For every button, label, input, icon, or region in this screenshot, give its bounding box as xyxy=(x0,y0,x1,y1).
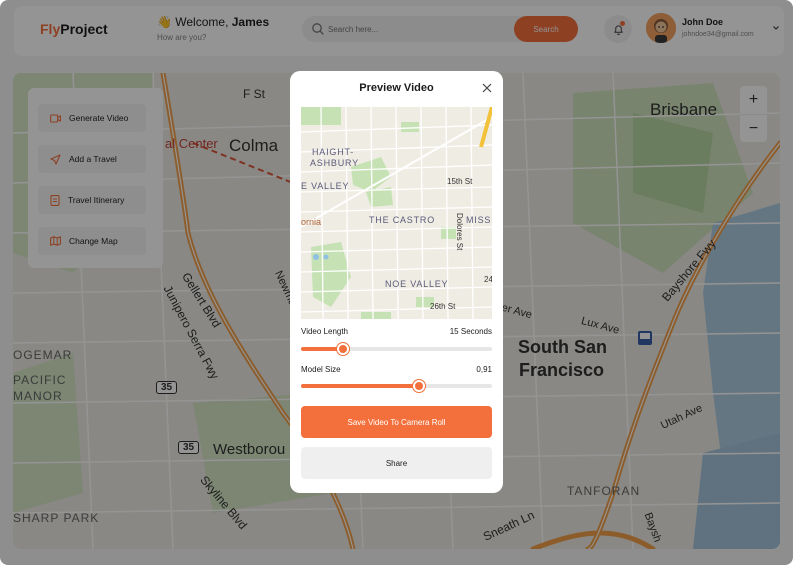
close-icon[interactable] xyxy=(481,82,493,94)
preview-label-26th: 26th St xyxy=(430,302,456,311)
preview-label-15th: 15th St xyxy=(447,177,473,186)
video-preview-map[interactable]: HAIGHT- ASHBURY E VALLEY 15th St THE CAS… xyxy=(301,107,492,319)
model-size-fill xyxy=(301,384,420,388)
preview-label-e-valley: E VALLEY xyxy=(301,181,350,191)
video-length-value: 15 Seconds xyxy=(449,327,492,336)
preview-label-dolores: Dolores St xyxy=(455,213,464,251)
share-button[interactable]: Share xyxy=(301,447,492,479)
preview-video-modal: Preview Video HAIGHT- ASHBURY E VALLEY 1… xyxy=(290,71,503,493)
model-size-label: Model Size xyxy=(301,365,341,374)
preview-label-haight-2: ASHBURY xyxy=(310,158,359,168)
video-length-slider[interactable] xyxy=(301,343,492,355)
preview-label-24: 24 xyxy=(484,275,492,284)
model-size-value: 0,91 xyxy=(476,365,492,374)
preview-label-ornia: ornia xyxy=(301,217,322,227)
model-size-thumb[interactable] xyxy=(413,380,426,392)
preview-label-noe: NOE VALLEY xyxy=(385,279,449,289)
video-length-thumb[interactable] xyxy=(337,343,350,355)
app-window: FlyProject 👋 Welcome, James How are you?… xyxy=(0,0,793,565)
modal-title: Preview Video xyxy=(359,82,434,94)
preview-label-missi: MISSI xyxy=(466,215,492,225)
save-video-button[interactable]: Save Video To Camera Roll xyxy=(301,406,492,438)
preview-label-haight-1: HAIGHT- xyxy=(312,147,355,157)
preview-label-castro: THE CASTRO xyxy=(369,215,436,225)
model-size-slider[interactable] xyxy=(301,380,492,392)
video-length-label: Video Length xyxy=(301,327,349,336)
